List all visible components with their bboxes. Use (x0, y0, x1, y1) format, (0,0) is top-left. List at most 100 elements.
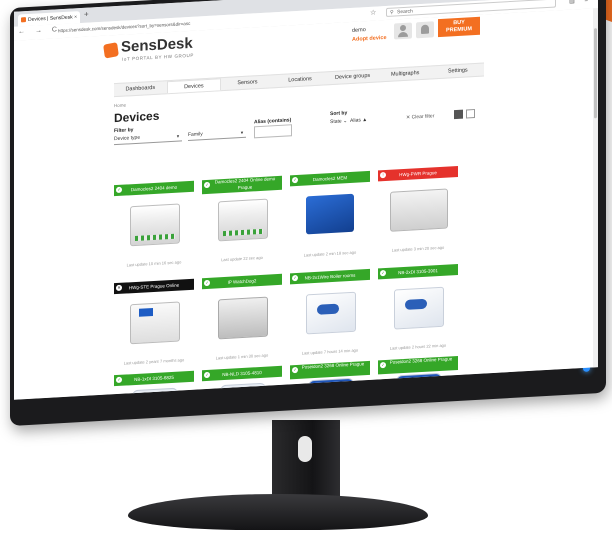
alias-input[interactable] (254, 124, 292, 139)
device-status-header[interactable]: ✓ NB-1xDI 3105-6825 (114, 370, 194, 387)
device-image[interactable] (394, 286, 444, 330)
device-image[interactable] (396, 372, 442, 390)
device-status-header[interactable]: ✕ HWg-STE Prague Online (114, 278, 194, 295)
device-name: NB-2xDI 3105-3901 (398, 268, 438, 276)
menu-devices[interactable]: Devices (166, 78, 222, 94)
nav-buttons[interactable]: ← → C (18, 26, 61, 35)
device-name: IP WatchDog2 (227, 278, 257, 285)
monitor-stand-base (128, 494, 428, 530)
page: SensDesk IoT PORTAL BY HW GROUP demo Ado… (14, 8, 598, 400)
logo-text-desk: Desk (156, 34, 193, 54)
sort-alias: Alias ▲ (350, 117, 368, 124)
alert-icon: ! (380, 171, 386, 179)
device-image[interactable] (132, 387, 178, 400)
device-card[interactable]: ✕ HWg-STE Prague Online Last update 2 year… (114, 278, 194, 373)
page-scrollbar[interactable] (593, 8, 598, 368)
tab-close-icon[interactable]: × (74, 11, 77, 23)
logo-text-sens: Sens (121, 36, 157, 56)
check-icon: ✓ (292, 176, 298, 184)
last-update-text: Last update 2 years 7 months ago (123, 357, 185, 366)
device-name: Damocles2 2404 demo (130, 184, 178, 193)
bookmark-star-icon[interactable]: ☆ (370, 9, 376, 17)
check-icon: ✓ (380, 269, 386, 277)
device-card[interactable]: ✓ Damocles2 MEM Last update 2 min 18 sec a… (290, 170, 370, 265)
buy-premium-button[interactable]: BUY PREMIUM (438, 16, 480, 38)
menu-device-groups[interactable]: Device groups (326, 69, 379, 84)
device-name: Poseidon2 3268 Online Prague (301, 361, 365, 370)
device-status-header[interactable]: ✓ Poseidon2 3268 Online Prague (378, 355, 458, 375)
new-tab-button[interactable]: + (84, 10, 89, 19)
device-image[interactable] (390, 188, 448, 232)
logo-mark-icon (103, 42, 119, 59)
grid-view-icon[interactable] (454, 109, 463, 120)
last-update-text: Last update 3 min 20 sec ago (391, 244, 445, 253)
device-image[interactable] (218, 198, 268, 242)
device-status-header[interactable]: ✓ NB-2x1Wire Boiler rooms (290, 268, 370, 285)
device-card[interactable]: ✓ Poseidon2 3268 Online Prague (378, 355, 458, 400)
menu-multigraphs[interactable]: Multigraphs (379, 66, 432, 81)
device-status-header[interactable]: ✓ NB-2xDI 3105-3901 (378, 263, 458, 280)
device-card[interactable]: ✓ IP WatchDog2 Last update 1 min 30 sec ag… (202, 273, 282, 368)
dropdown-caret-icon: ▼ (176, 133, 180, 139)
device-image[interactable] (308, 377, 354, 395)
check-icon: ✓ (116, 376, 122, 384)
notification-bell-icon[interactable] (416, 21, 434, 39)
device-status-header[interactable]: ! HWg-PWR Prague (378, 165, 458, 182)
check-icon: ✓ (292, 366, 298, 374)
page-title: Devices (114, 108, 160, 126)
breadcrumb[interactable]: Home (114, 103, 126, 109)
user-avatar-icon[interactable] (394, 22, 412, 40)
family-select[interactable]: Family ▼ (188, 127, 246, 142)
device-status-header[interactable]: ✓ NB-NLD 3105-4810 (202, 365, 282, 382)
adopt-device-link[interactable]: Adopt device (352, 35, 387, 43)
device-name: NB-1xDI 3105-6825 (134, 374, 174, 383)
main-menu: Dashboards Devices Sensors Locations Dev… (114, 62, 484, 98)
scrollbar-thumb[interactable] (594, 28, 597, 119)
device-status-header[interactable]: ✓ Poseidon2 3268 Online Prague (290, 360, 370, 380)
list-view-icon[interactable] (466, 109, 475, 119)
device-card[interactable]: ✓ NB-2x1Wire Boiler rooms Last update 7 ho… (290, 268, 370, 363)
device-name: NB-2x1Wire Boiler rooms (304, 272, 356, 281)
search-icon: ⚲ (390, 9, 394, 16)
device-name: HWg-PWR Prague (399, 170, 437, 178)
device-card[interactable]: ✓ Poseidon2 3268 Online Prague (290, 360, 370, 400)
monitor-bezel: Devices | SensDesk × + – ▢ ✕ ← → C https… (10, 0, 606, 426)
dropdown-caret-icon: ▼ (240, 129, 244, 136)
device-card[interactable]: ✓ NB-1xDI 3105-6825 (114, 370, 194, 400)
device-status-header[interactable]: ✓ Damocles2 2404 demo (114, 180, 194, 197)
browser-menu-icons[interactable]: ▥ ≡ (569, 0, 592, 5)
clear-filter-button[interactable]: ✕ Clear filter (406, 113, 434, 121)
device-card[interactable]: ! HWg-PWR Prague Last update 3 min 20 sec … (378, 165, 458, 260)
device-image[interactable] (130, 203, 180, 247)
monitor: Devices | SensDesk × + – ▢ ✕ ← → C https… (0, 0, 612, 560)
device-status-header[interactable]: ✓ Damocles2 2404 Online demo Prague (202, 175, 282, 195)
last-update-text: Last update 2 hours 22 min ago (389, 342, 447, 351)
menu-sensors[interactable]: Sensors (221, 75, 274, 90)
device-image[interactable] (306, 193, 354, 235)
device-card[interactable]: ✓ Damocles2 2404 Online demo Prague Last u… (202, 175, 282, 270)
sort-controls[interactable]: State ⌄ Alias ▲ (330, 117, 367, 125)
sort-by-label: Sort by (330, 110, 348, 118)
menu-settings[interactable]: Settings (431, 63, 484, 78)
favicon-icon (21, 17, 26, 23)
device-name: Poseidon2 3268 Online Prague (389, 356, 453, 365)
device-status-header[interactable]: ✓ IP WatchDog2 (202, 273, 282, 290)
menu-locations[interactable]: Locations (274, 72, 327, 87)
device-card[interactable]: ✓ NB-2xDI 3105-3901 Last update 2 hours 22… (378, 263, 458, 358)
device-card[interactable]: ✓ Damocles2 2404 demo Last update 10 min 1… (114, 180, 194, 275)
device-status-header[interactable]: ✓ Damocles2 MEM (290, 170, 370, 187)
stand-cable-hole (298, 436, 312, 462)
device-name: HWg-STE Prague Online (128, 282, 180, 291)
device-image[interactable] (220, 382, 266, 400)
device-name: NB-NLD 3105-4810 (222, 369, 262, 378)
menu-dashboards[interactable]: Dashboards (114, 81, 167, 96)
filter-by-label: Filter by (114, 127, 134, 135)
device-image[interactable] (130, 301, 180, 345)
screen: Devices | SensDesk × + – ▢ ✕ ← → C https… (14, 0, 598, 400)
last-update-text: Last update 2 min 18 sec ago (303, 249, 357, 258)
device-image[interactable] (218, 296, 268, 340)
check-icon: ✓ (204, 279, 210, 287)
device-image[interactable] (306, 291, 356, 335)
user-block: demo Adopt device (352, 26, 387, 43)
device-card[interactable]: ✓ NB-NLD 3105-4810 (202, 365, 282, 400)
